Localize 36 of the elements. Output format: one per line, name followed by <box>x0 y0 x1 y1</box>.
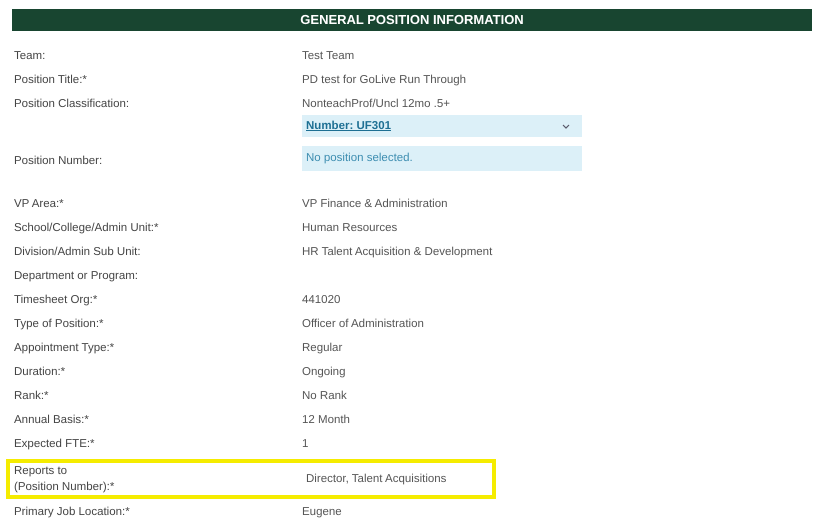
field-label: Duration:* <box>14 365 66 380</box>
field-value: Officer of Administration <box>302 317 425 332</box>
field-value: PD test for GoLive Run Through <box>302 73 468 88</box>
info-box: No position selected. <box>302 146 582 171</box>
field-value: Director, Talent Acquisitions <box>306 472 448 487</box>
field-value: Regular <box>302 341 344 356</box>
field-label: Position Classification: <box>14 97 130 112</box>
field-label: Position Title:* <box>14 73 88 88</box>
field-value: 1 <box>302 437 310 452</box>
field-label: Annual Basis:* <box>14 413 90 428</box>
field-label: Team: <box>14 49 46 64</box>
field-value: VP Finance & Administration <box>302 197 449 212</box>
field-label: Primary Job Location:* <box>14 505 131 520</box>
field-label: Position Number: <box>14 154 104 169</box>
field-label: Reports to (Position Number):* <box>14 464 116 495</box>
field-value: Ongoing <box>302 365 346 380</box>
field-value: 441020 <box>302 293 342 308</box>
number-dropdown[interactable]: Number: UF301 <box>302 115 582 137</box>
field-label: School/College/Admin Unit:* <box>14 221 160 236</box>
field-label: Expected FTE:* <box>14 437 96 452</box>
field-label: Department or Program: <box>14 269 139 284</box>
field-label: Type of Position:* <box>14 317 104 332</box>
field-value: Human Resources <box>302 221 398 236</box>
section-header: GENERAL POSITION INFORMATION <box>12 9 812 31</box>
field-label: Rank:* <box>14 389 50 404</box>
field-label: VP Area:* <box>14 197 65 212</box>
field-value: Test Team <box>302 49 356 64</box>
field-value: Eugene <box>302 505 343 520</box>
field-value: HR Talent Acquisition & Development <box>302 245 494 260</box>
field-label: Division/Admin Sub Unit: <box>14 245 142 260</box>
field-label: Appointment Type:* <box>14 341 116 356</box>
field-value: 12 Month <box>302 413 351 428</box>
field-label: Timesheet Org:* <box>14 293 98 308</box>
chevron-down-icon <box>562 124 570 128</box>
field-value: NonteachProf/Uncl 12mo .5+ <box>302 97 451 112</box>
field-value: No Rank <box>302 389 348 404</box>
